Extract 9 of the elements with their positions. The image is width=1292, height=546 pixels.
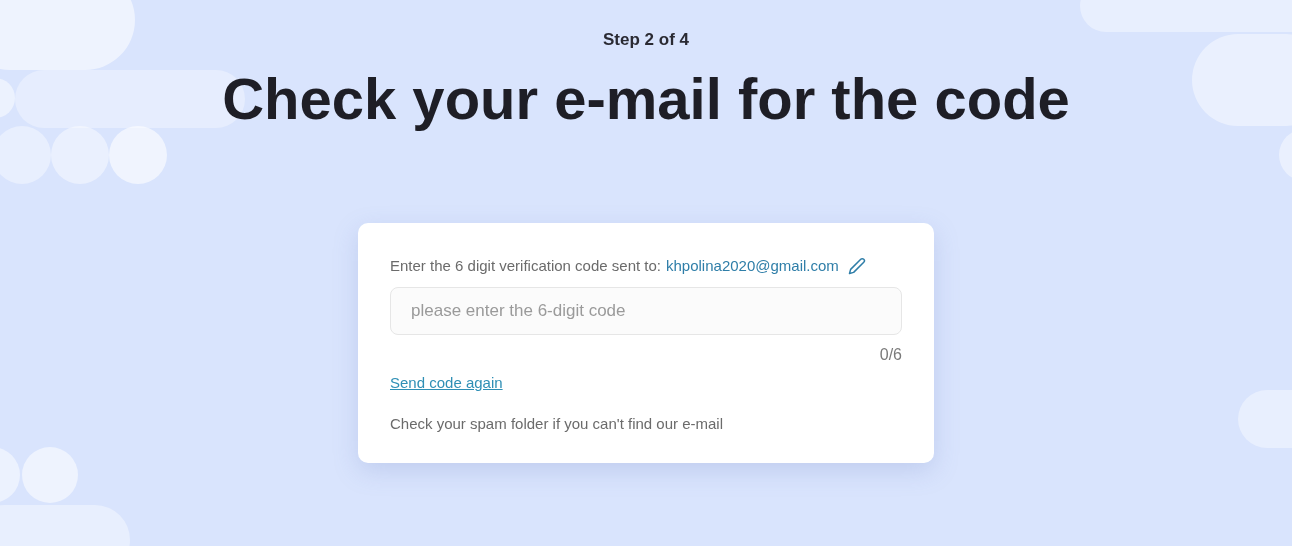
email-address: khpolina2020@gmail.com xyxy=(666,255,839,276)
instruction-text: Enter the 6 digit verification code sent to: xyxy=(390,255,661,276)
page-title: Check your e-mail for the code xyxy=(222,64,1070,133)
character-counter: 0/6 xyxy=(879,345,902,365)
spam-hint: Check your spam folder if you can't find our e-mail xyxy=(390,414,724,434)
step-indicator: Step 2 of 4 xyxy=(603,29,689,51)
send-again-link[interactable]: Send code again xyxy=(390,374,503,391)
pencil-icon[interactable] xyxy=(847,256,866,275)
code-input-field[interactable]: please enter the 6-digit code xyxy=(390,287,902,335)
